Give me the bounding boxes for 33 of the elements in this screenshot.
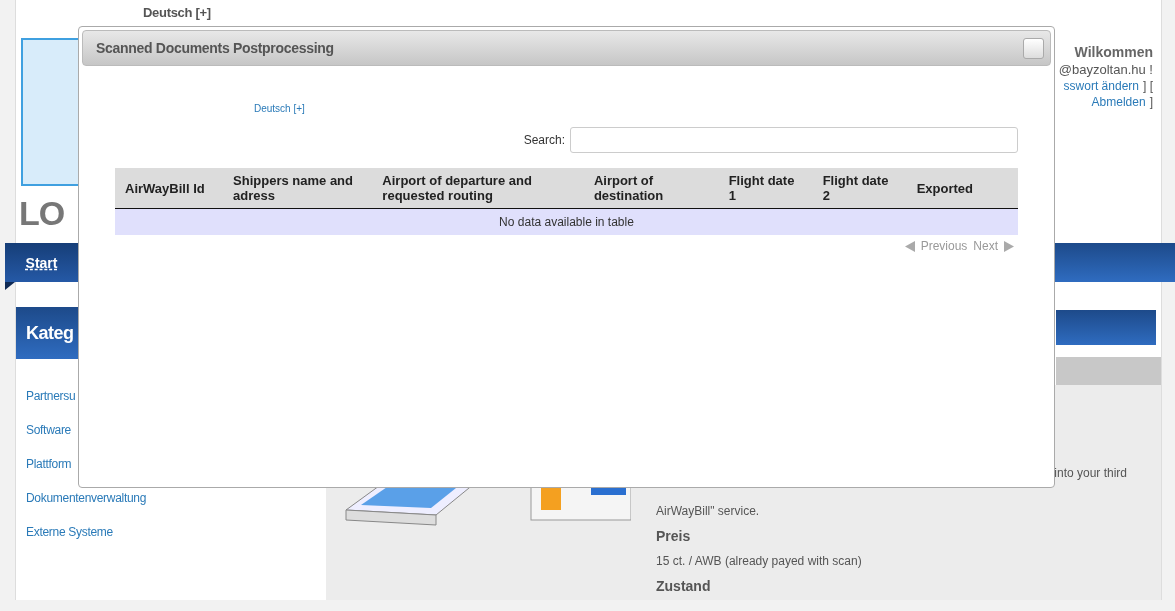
language-link[interactable]: Deutsch [+]: [143, 5, 221, 20]
search-label: Search:: [523, 133, 565, 147]
ribbon-fold: [5, 282, 15, 290]
bracket-text: ]: [1149, 95, 1153, 109]
column-header[interactable]: Exported: [906, 168, 1018, 209]
column-header[interactable]: Shippers name and adress: [223, 168, 373, 209]
welcome-text: Wilkommen: [1074, 44, 1153, 60]
section-text: 15 ct. / AWB (already payed with scan): [656, 554, 863, 568]
category-link[interactable]: Dokumentenverwaltung: [26, 491, 326, 505]
logout-link[interactable]: Abmelden: [1091, 95, 1146, 109]
description-text: into your third: [1054, 466, 1127, 480]
column-header[interactable]: AirWayBill Id: [115, 168, 224, 209]
category-link[interactable]: Externe Systeme: [26, 525, 326, 539]
category-title: Kateg: [26, 322, 74, 344]
bracket-text: ] [: [1143, 79, 1153, 93]
user-email: @bayzoltan.hu !: [1058, 62, 1153, 77]
description-text: AirWayBill" service.: [656, 504, 761, 518]
column-header[interactable]: Flight date 1: [718, 168, 813, 209]
dialog-title: Scanned Documents Postprocessing: [96, 40, 334, 56]
nav-tab[interactable]: Start: [5, 243, 78, 282]
search-field[interactable]: [570, 127, 1018, 153]
column-header[interactable]: Flight date 2: [812, 168, 907, 209]
column-header[interactable]: Airport of departure and requested routing: [372, 168, 584, 209]
section-heading: Preis: [656, 528, 692, 544]
left-triangle-icon: [904, 240, 915, 252]
section-heading: Zustand: [656, 578, 712, 594]
close-button[interactable]: [1023, 37, 1044, 59]
empty-message: No data available in table: [115, 208, 1018, 235]
logo-text: LO: [19, 194, 66, 233]
change-password-link[interactable]: sswort ändern: [1063, 79, 1139, 93]
column-header[interactable]: Airport of destination: [583, 168, 719, 209]
language-link[interactable]: Deutsch [+]: [254, 103, 1018, 114]
right-triangle-icon: [1004, 240, 1014, 252]
